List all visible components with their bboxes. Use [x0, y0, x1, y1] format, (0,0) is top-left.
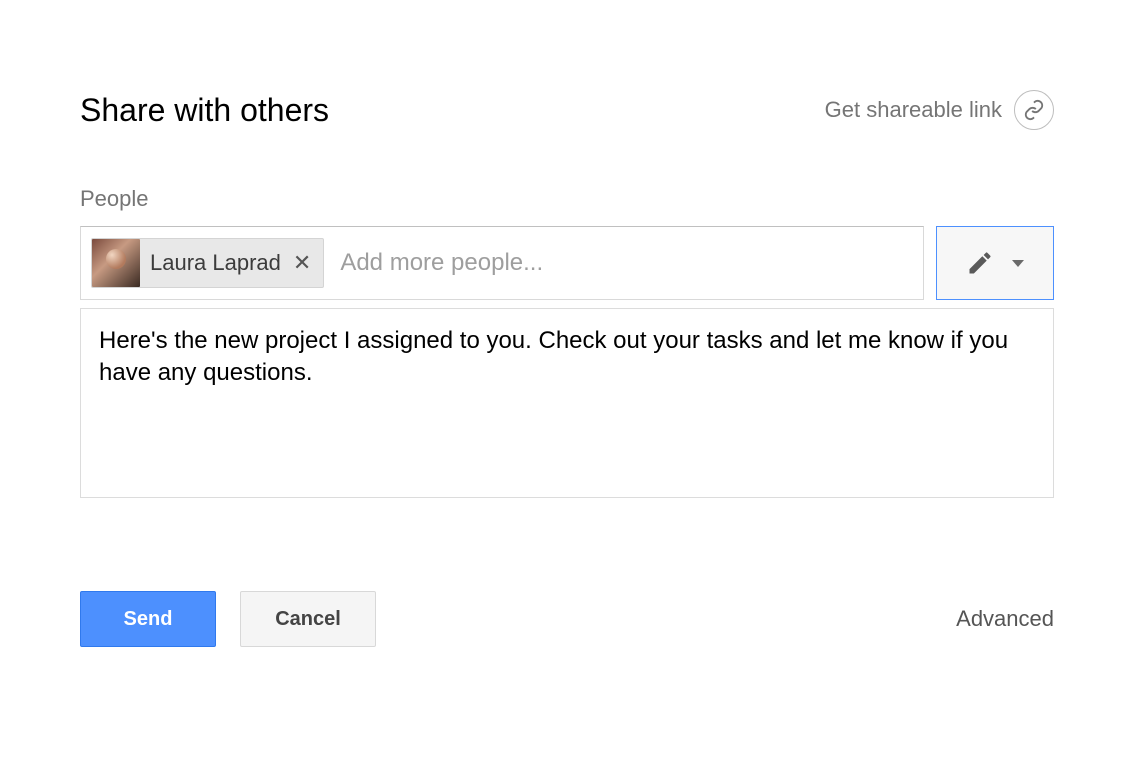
pencil-icon [966, 249, 994, 277]
dialog-header: Share with others Get shareable link [80, 90, 1054, 130]
note-textarea[interactable] [80, 308, 1054, 498]
person-chip[interactable]: Laura Laprad ✕ [91, 238, 324, 288]
cancel-button[interactable]: Cancel [240, 591, 376, 647]
dialog-title: Share with others [80, 92, 329, 129]
chevron-down-icon [1012, 260, 1024, 267]
send-button[interactable]: Send [80, 591, 216, 647]
share-dialog: Share with others Get shareable link Peo… [0, 0, 1134, 647]
link-icon [1014, 90, 1054, 130]
person-chip-name: Laura Laprad [150, 250, 281, 276]
permission-dropdown-button[interactable] [936, 226, 1054, 300]
advanced-link[interactable]: Advanced [956, 606, 1054, 632]
add-people-placeholder[interactable]: Add more people... [340, 249, 913, 277]
people-section-label: People [80, 186, 1054, 212]
avatar [92, 239, 140, 287]
close-icon[interactable]: ✕ [291, 252, 313, 274]
people-row: Laura Laprad ✕ Add more people... [80, 226, 1054, 300]
shareable-link-label: Get shareable link [825, 97, 1002, 123]
dialog-footer: Send Cancel Advanced [80, 591, 1054, 647]
people-input-container[interactable]: Laura Laprad ✕ Add more people... [80, 226, 924, 300]
get-shareable-link-button[interactable]: Get shareable link [825, 90, 1054, 130]
